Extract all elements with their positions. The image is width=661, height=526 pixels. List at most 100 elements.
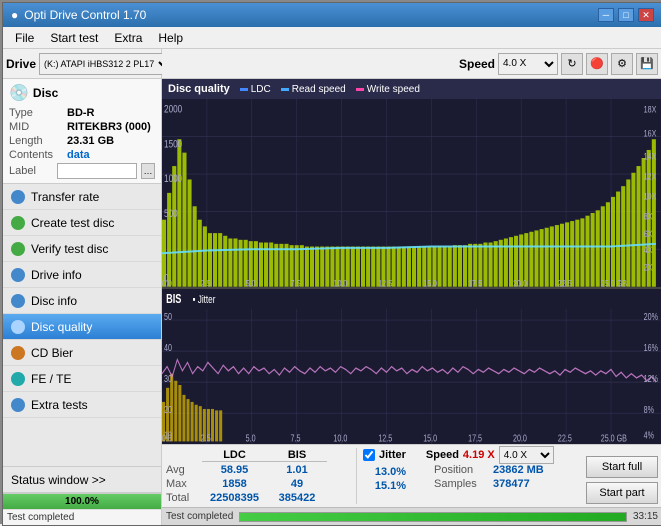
- jitter-checkbox[interactable]: [363, 449, 375, 461]
- sidebar-item-transfer-rate[interactable]: Transfer rate: [3, 184, 161, 210]
- label-browse-button[interactable]: …: [141, 163, 155, 179]
- start-part-button[interactable]: Start part: [586, 482, 658, 504]
- label-key: Label: [9, 165, 53, 177]
- chart-top-bar: Disc quality LDC Read speed Write speed: [162, 79, 661, 99]
- avg-label: Avg: [166, 464, 202, 476]
- app-title: Opti Drive Control 1.70: [24, 8, 146, 22]
- svg-text:18X: 18X: [644, 103, 657, 114]
- svg-text:2.5: 2.5: [201, 432, 211, 443]
- total-label: Total: [166, 492, 202, 504]
- charts-wrapper: Disc quality LDC Read speed Write speed: [162, 79, 661, 444]
- bottom-stats: Avg Max Total LDC 58.95 1858 22508395: [162, 444, 661, 507]
- svg-text:2000: 2000: [164, 103, 182, 115]
- menu-file[interactable]: File: [7, 29, 42, 47]
- save-button[interactable]: 💾: [636, 53, 658, 75]
- disc-length-row: Length 23.31 GB: [9, 135, 155, 147]
- create-disc-icon: [11, 216, 25, 230]
- svg-text:20%: 20%: [644, 311, 659, 322]
- settings-button[interactable]: ⚙: [611, 53, 633, 75]
- disc-contents-row: Contents data: [9, 149, 155, 161]
- disc-icon: 💿: [9, 83, 29, 103]
- svg-text:15.0: 15.0: [423, 278, 437, 287]
- titlebar-controls: ─ □ ✕: [598, 8, 654, 22]
- menu-starttest[interactable]: Start test: [42, 29, 106, 47]
- menu-help[interactable]: Help: [150, 29, 191, 47]
- stats-main: Avg Max Total LDC 58.95 1858 22508395: [166, 448, 352, 504]
- disc-quality-icon: [11, 320, 25, 334]
- label-input[interactable]: [57, 163, 137, 179]
- progress-bar-container: 100.0%: [3, 493, 161, 509]
- app-bottom-bar: Test completed 33:15: [162, 507, 661, 525]
- charts-split: 2000 1500 1000 500 0 0.0 2.5 5.0 7.5 10.…: [162, 99, 661, 444]
- drive-select[interactable]: (K:) ATAPI iHBS312 2 PL17: [39, 53, 172, 75]
- avg-ldc: 58.95: [202, 464, 267, 476]
- bis-header: BIS: [267, 449, 327, 462]
- sidebar-item-create-test-disc[interactable]: Create test disc: [3, 210, 161, 236]
- svg-text:10.0: 10.0: [333, 278, 347, 287]
- verify-disc-label: Verify test disc: [31, 242, 108, 256]
- disc-panel: 💿 Disc Type BD-R MID RITEKBR3 (000) Leng…: [3, 79, 161, 184]
- max-ldc: 1858: [202, 478, 267, 490]
- buttons-area: Start full Start part: [580, 448, 658, 504]
- speed-select-stat[interactable]: 4.0 X: [499, 446, 554, 464]
- svg-text:10X: 10X: [644, 191, 657, 202]
- drive-info-label: Drive info: [31, 268, 82, 282]
- speed-label-stat: Speed: [426, 449, 459, 461]
- titlebar-left: ● Opti Drive Control 1.70: [11, 8, 146, 22]
- svg-text:5.0: 5.0: [246, 278, 256, 287]
- svg-text:12.5: 12.5: [378, 432, 392, 443]
- svg-text:4X: 4X: [644, 244, 653, 255]
- position-label: Position: [434, 464, 489, 476]
- speed-label: Speed: [459, 57, 495, 71]
- sidebar-item-disc-info[interactable]: Disc info: [3, 288, 161, 314]
- start-full-button[interactable]: Start full: [586, 456, 658, 478]
- disc-header: 💿 Disc: [9, 83, 155, 103]
- disc-label-row: Label …: [9, 163, 155, 179]
- menu-extra[interactable]: Extra: [106, 29, 150, 47]
- type-val: BD-R: [67, 107, 95, 119]
- fe-te-icon: [11, 372, 25, 386]
- refresh-button[interactable]: ↻: [561, 53, 583, 75]
- sidebar-item-drive-info[interactable]: Drive info: [3, 262, 161, 288]
- svg-text:12%: 12%: [644, 373, 659, 384]
- drive-label: Drive: [6, 57, 36, 71]
- status-msg: Test completed: [7, 512, 74, 523]
- upper-chart-svg: 2000 1500 1000 500 0 0.0 2.5 5.0 7.5 10.…: [162, 99, 661, 287]
- legend-read-label: Read speed: [292, 84, 346, 95]
- overall-progress-bar: [239, 512, 627, 522]
- sidebar-item-cd-bier[interactable]: CD Bier: [3, 340, 161, 366]
- svg-text:8%: 8%: [644, 404, 655, 415]
- svg-text:2.5: 2.5: [201, 278, 211, 287]
- svg-text:14X: 14X: [644, 150, 657, 161]
- drive-info-icon: [11, 268, 25, 282]
- status-window-button[interactable]: Status window >>: [3, 467, 161, 493]
- extra-tests-label: Extra tests: [31, 398, 88, 412]
- transfer-rate-label: Transfer rate: [31, 190, 99, 204]
- sidebar-item-verify-test-disc[interactable]: Verify test disc: [3, 236, 161, 262]
- create-disc-label: Create test disc: [31, 216, 114, 230]
- avg-speed: 4.19 X: [463, 449, 495, 461]
- svg-text:2X: 2X: [644, 262, 653, 273]
- svg-text:0.0: 0.0: [162, 432, 172, 443]
- chart-lower: BIS ▪ Jitter: [162, 289, 661, 444]
- svg-text:7.5: 7.5: [291, 432, 301, 443]
- right-panel: Speed 4.0 X ↻ 🔴 ⚙ 💾 Disc quality LDC: [162, 49, 661, 525]
- maximize-button[interactable]: □: [618, 8, 634, 22]
- sidebar-item-disc-quality[interactable]: Disc quality: [3, 314, 161, 340]
- samples-label: Samples: [434, 478, 489, 490]
- disc-quality-label: Disc quality: [31, 320, 92, 334]
- speed-select-top[interactable]: 4.0 X: [498, 53, 558, 75]
- legend-read: Read speed: [281, 84, 346, 95]
- avg-jitter: 13.0%: [363, 466, 418, 478]
- svg-text:4%: 4%: [644, 429, 655, 440]
- disc-mid-row: MID RITEKBR3 (000): [9, 121, 155, 133]
- mid-key: MID: [9, 121, 67, 133]
- sidebar-item-extra-tests[interactable]: Extra tests: [3, 392, 161, 418]
- burn-button[interactable]: 🔴: [586, 53, 608, 75]
- minimize-button[interactable]: ─: [598, 8, 614, 22]
- legend-write-label: Write speed: [367, 84, 420, 95]
- contents-key: Contents: [9, 149, 67, 161]
- contents-val: data: [67, 149, 90, 161]
- close-button[interactable]: ✕: [638, 8, 654, 22]
- sidebar-item-fe-te[interactable]: FE / TE: [3, 366, 161, 392]
